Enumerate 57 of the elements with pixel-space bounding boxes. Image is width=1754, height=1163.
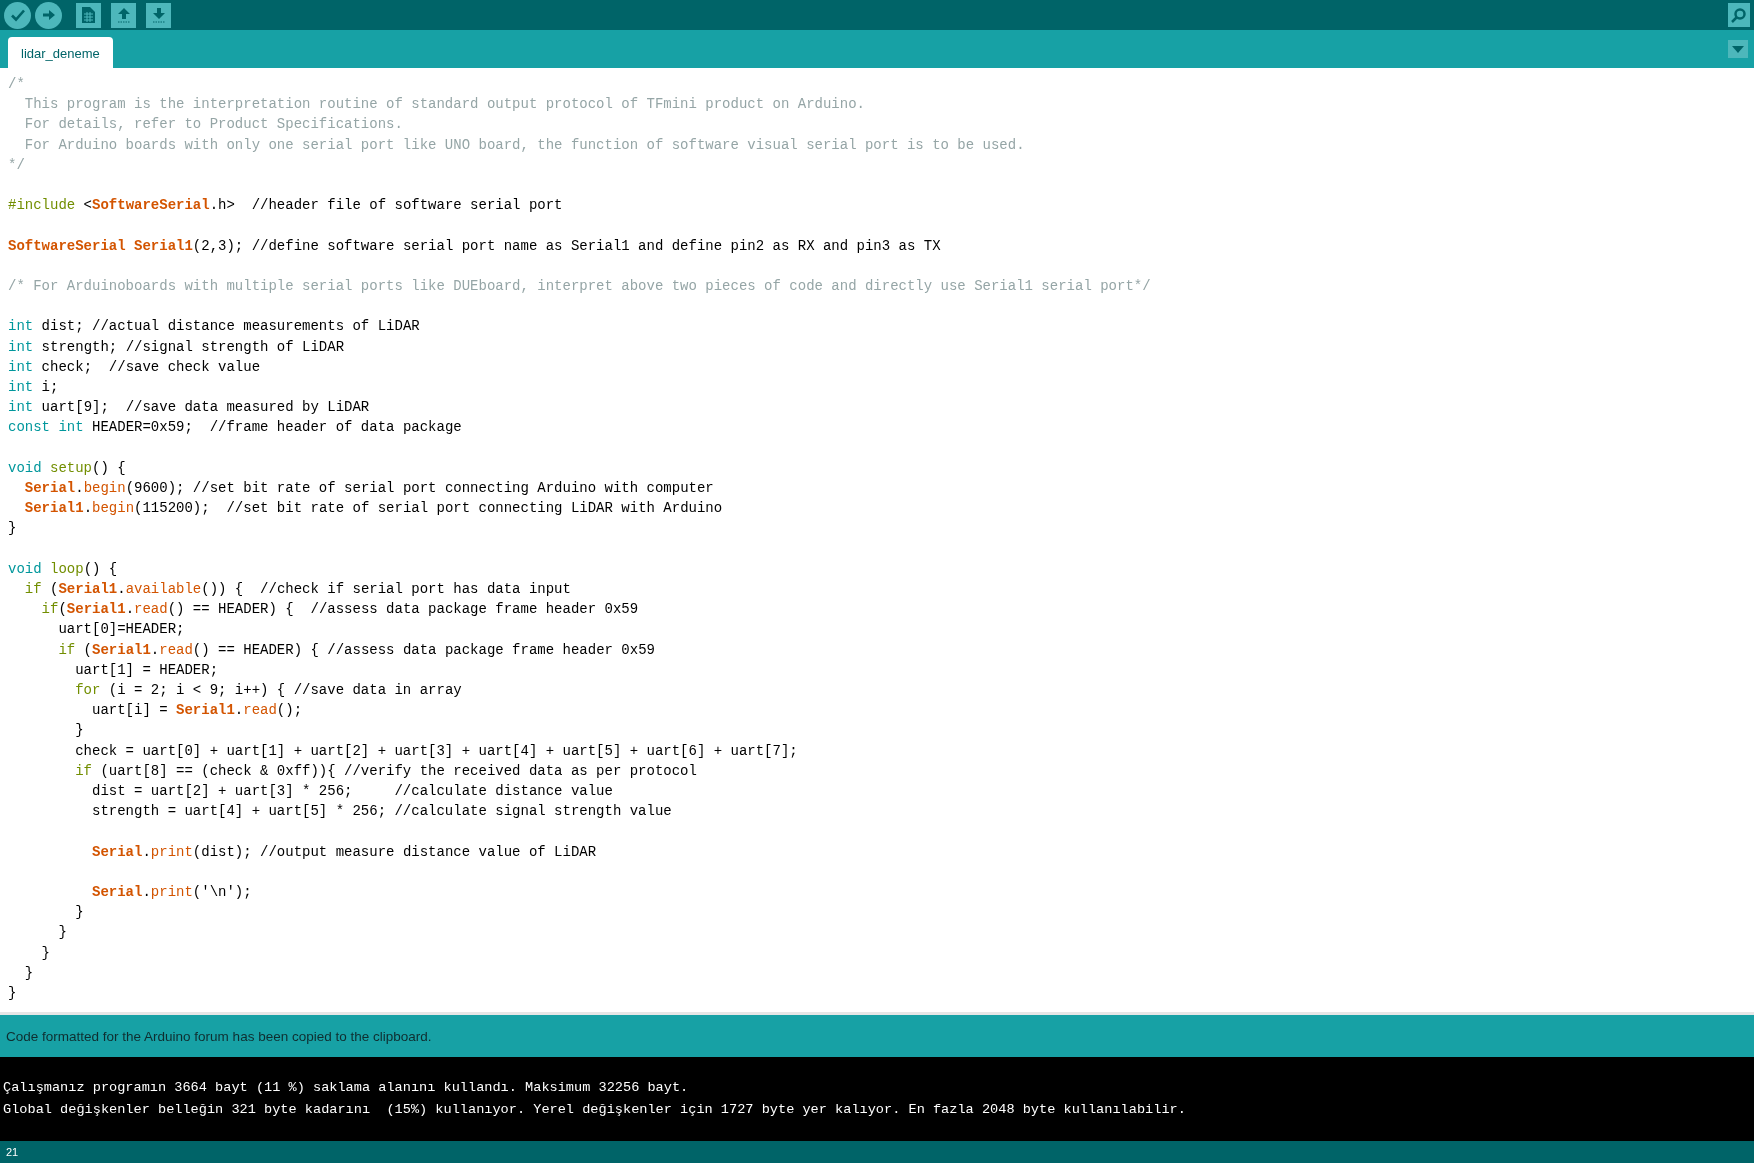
code-line: if (Serial1.read() == HEADER) { //assess data package frame header 0x59: [57, 640, 655, 660]
code-line: int dist; //actual distance measurements of LiDAR: [8, 317, 420, 337]
code-line: }: [40, 943, 50, 963]
code-line: Serial1.begin(115200); //set bit rate of serial port connecting LiDAR with Arduino: [23, 499, 723, 519]
upload-button[interactable]: [35, 1, 62, 29]
code-line: For Arduino boards with only one serial port like UNO board, the function of software visual serial port is to be used.: [23, 135, 1025, 155]
code-line: SoftwareSerial Serial1(2,3); //define software serial port name as Serial1 and define pin2 as RX and pin3 as TX: [8, 236, 941, 256]
code-line: }: [57, 923, 67, 943]
document-icon: [82, 7, 95, 23]
new-sketch-button[interactable]: [76, 2, 101, 28]
code-line: uart[0]=HEADER;: [57, 620, 185, 640]
code-line: Serial.begin(9600); //set bit rate of serial port connecting Arduino with computer: [23, 479, 714, 498]
code-line: if(Serial1.read() == HEADER) { //assess data package frame header 0x59: [40, 600, 639, 620]
code-line: dist = uart[2] + uart[3] * 256; //calculate distance value: [91, 782, 613, 801]
code-line: check = uart[0] + uart[1] + uart[2] + uart[3] + uart[4] + uart[5] + uart[6] + uart[7];: [74, 741, 798, 761]
console-line: Çalışmanız programın 3664 bayt (11 %) saklama alanını kullandı. Maksimum 32256 bayt.: [3, 1079, 690, 1097]
verify-button[interactable]: [4, 1, 31, 29]
code-line: int i;: [8, 378, 59, 397]
code-line: for (i = 2; i < 9; i++) { //save data in array: [74, 681, 462, 700]
code-line: int uart[9]; //save data measured by LiDAR: [8, 398, 370, 418]
download-arrow-icon: [150, 7, 167, 23]
code-line: int strength; //signal strength of LiDAR: [8, 337, 345, 357]
code-line: */: [8, 155, 25, 175]
code-line: uart[i] = Serial1.read();: [91, 701, 303, 721]
code-line: }: [74, 721, 84, 741]
line-number: 21: [6, 1146, 19, 1158]
status-message: Code formatted for the Arduino forum has been copied to the clipboard.: [6, 1028, 432, 1044]
code-line: }: [8, 984, 17, 1003]
tab-menu-button[interactable]: [1728, 40, 1748, 58]
code-line: void setup() {: [8, 458, 126, 478]
sketch-tab[interactable]: lidar_deneme: [8, 37, 113, 68]
arrow-right-icon: [41, 8, 56, 22]
code-line: Serial.print('\n');: [91, 883, 252, 902]
code-line: Serial.print(dist); //output measure distance value of LiDAR: [91, 842, 597, 862]
code-line: }: [23, 963, 34, 983]
code-line: if (Serial1.available()) { //check if serial port has data input: [23, 580, 571, 599]
code-line: /* For Arduinoboards with multiple serial ports like DUEboard, interpret above two pieces of code and directly use Serial1 serial port*/: [8, 277, 1151, 296]
code-line: #include <SoftwareSerial.h> //header file of software serial port: [8, 196, 563, 216]
code-line: void loop() {: [8, 559, 118, 579]
code-line: }: [8, 519, 17, 539]
search-icon: [1731, 7, 1747, 23]
save-button[interactable]: [146, 2, 171, 28]
code-line: int check; //save check value: [8, 357, 261, 377]
serial-monitor-button[interactable]: [1728, 3, 1750, 27]
open-button[interactable]: [111, 2, 136, 28]
code-line: strength = uart[4] + uart[5] * 256; //calculate signal strength value: [91, 802, 672, 822]
code-line: This program is the interpretation routine of standard output protocol of TFmini product on Arduino.: [23, 95, 865, 115]
check-icon: [9, 7, 26, 23]
code-line: }: [74, 903, 84, 923]
code-line: if (uart[8] == (check & 0xff)){ //verify the received data as per protocol: [74, 761, 697, 781]
code-line: /*: [8, 75, 25, 94]
code-line: For details, refer to Product Specifications.: [23, 115, 403, 135]
console-line: Global değişkenler belleğin 321 byte kadarını (15%) kullanıyor. Yerel değişkenler için 1727 byte yer kalıyor. En fazla 2048 byte kullanılabilir.: [3, 1100, 1187, 1119]
code-line: const int HEADER=0x59; //frame header of data package: [8, 418, 462, 438]
caret-icon: [1732, 45, 1744, 53]
upload-arrow-icon: [115, 7, 132, 23]
code-line: uart[1] = HEADER;: [74, 660, 219, 680]
